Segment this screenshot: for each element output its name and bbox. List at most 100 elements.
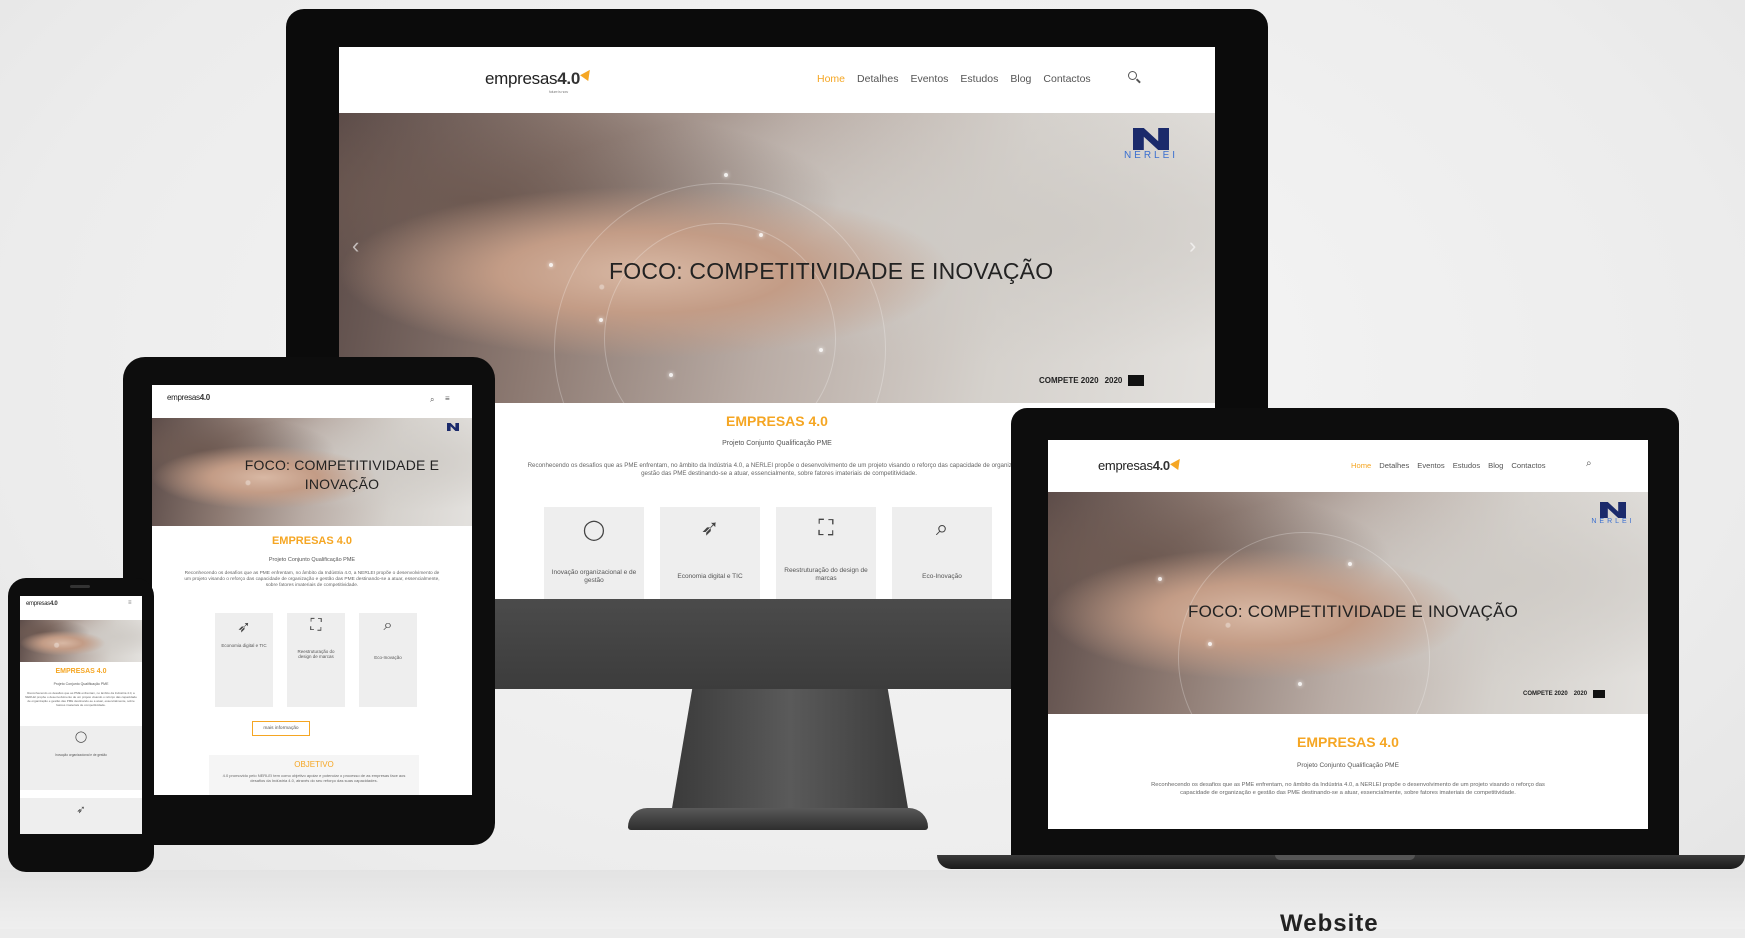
card-label: Eco-Inovação [922,573,962,580]
site-logo[interactable]: empresas4.0 future is now [485,67,594,94]
feature-card[interactable]: ➶ [20,798,142,834]
feature-card[interactable]: ◯ Inovação organizacional e de gestão [20,726,142,790]
intro-paragraph: Reconhecendo os desafios que as PME enfr… [25,691,137,707]
caption: Website [1280,910,1379,937]
card-label: Reestruturação do design de marcas [297,649,335,660]
card-label: Inovação organizacional e de gestão [55,753,107,757]
slider-next-arrow[interactable]: › [1189,233,1196,259]
search-icon[interactable]: ⌕ [430,395,434,405]
floor-shadow [0,870,1745,929]
eu-flag [1128,375,1145,386]
search-icon: ⌕ [383,617,393,634]
light-dot [669,373,673,377]
menu-icon[interactable]: ≡ [445,394,450,403]
site-logo[interactable]: empresas4.0 [26,601,58,607]
nerlei-logo: NERLEI [1583,502,1643,525]
objective-section: OBJETIVO 4.0 promovido pelo NERLEI tem c… [209,755,419,795]
nerlei-mark [1133,128,1169,150]
menu-estudos[interactable]: Estudos [960,73,998,85]
menu-home[interactable]: Home [817,73,845,85]
menu-blog[interactable]: Blog [1010,73,1031,85]
light-dot [1208,642,1212,646]
feature-card[interactable]: ➶ Economia digital e TIC [215,613,273,707]
logo-word: empresas [485,69,558,88]
light-dot [1158,577,1162,581]
light-dot [1348,562,1352,566]
expand-icon: ⛶ [310,617,322,634]
menu-detalhes[interactable]: Detalhes [1379,461,1409,470]
phone-speaker [70,585,90,588]
section-subheading: Projeto Conjunto Qualificação PME [1297,762,1399,769]
feature-card[interactable]: ⌕ Eco-Inovação [359,613,417,707]
expand-icon: ⛶ [818,515,834,540]
logo-number: 4.0 [1152,458,1170,473]
light-dot [759,233,763,237]
site-logo[interactable]: empresas4.0 [1098,456,1184,473]
menu-eventos[interactable]: Eventos [910,73,948,85]
p2020-logo: 2020 [1104,376,1123,385]
section-subheading: Projeto Conjunto Qualificação PME [268,557,356,563]
menu-blog[interactable]: Blog [1488,461,1503,470]
hero-slider: FOCO: COMPETITIVIDADE E INOVAÇÃO [152,418,472,526]
flame-icon [580,67,594,81]
section-heading: EMPRESAS 4.0 [55,668,107,675]
menu-home[interactable]: Home [1351,461,1371,470]
feature-card[interactable]: ⌕ Eco-Inovação [892,507,992,599]
monitor-stand-base [628,808,928,830]
objective-heading: OBJETIVO [294,760,334,769]
feature-card[interactable]: ◯ Inovação organizacional e de gestão [544,507,644,599]
menu-icon[interactable]: ≡ [128,600,132,606]
menu-contactos[interactable]: Contactos [1043,73,1090,85]
nerlei-text: NERLEI [1123,150,1179,161]
laptop-notch [1275,855,1415,860]
objective-text: 4.0 promovido pelo NERLEI tem como objet… [222,773,406,783]
light-dot [549,263,553,267]
card-label: Inovação organizacional e de gestão [551,569,637,584]
more-info-button[interactable]: mais informação [252,721,310,736]
intro-paragraph: Reconhecendo os desafios que as PME enfr… [1151,782,1545,796]
card-label: Economia digital e TIC [677,573,743,580]
light-dot [1298,682,1302,686]
paper-plane-icon: ➶ [237,619,251,636]
menu-eventos[interactable]: Eventos [1417,461,1444,470]
light-dot [599,318,603,322]
main-menu: Home Detalhes Eventos Estudos Blog Conta… [1351,461,1546,470]
mockup-stage: empresas4.0 future is now Home Detalhes … [0,0,1745,937]
light-dot [819,348,823,352]
funding-logos: COMPETE 2020 2020 [1523,690,1606,698]
slider-prev-arrow[interactable]: ‹ [352,233,359,259]
flame-icon [1169,456,1184,470]
nerlei-text: NERLEI [1591,518,1635,525]
network-globe [1178,532,1430,714]
intro-paragraph: Reconhecendo os desafios que as PME enfr… [184,571,440,589]
menu-detalhes[interactable]: Detalhes [857,73,898,85]
phone-screen: empresas4.0 ≡ EMPRESAS 4.0 Projeto Conju… [20,596,142,834]
feature-card[interactable]: ⛶ Reestruturação do design de marcas [287,613,345,707]
eu-flag [1593,690,1606,698]
nerlei-logo [442,423,464,431]
lightbulb-icon: ◯ [74,731,88,743]
hero-slider: FOCO: COMPETITIVIDADE E INOVAÇÃO NERLEI … [1048,492,1648,714]
menu-estudos[interactable]: Estudos [1453,461,1480,470]
hero-title: FOCO: COMPETITIVIDADE E INOVAÇÃO [244,457,440,492]
nerlei-mark [447,423,459,431]
logo-tagline: future is now [549,89,568,94]
funding-logos: COMPETE 2020 2020 [1039,375,1145,386]
laptop-nav: empresas4.0 Home Detalhes Eventos Estudo… [1048,440,1648,492]
feature-card[interactable]: ⛶ Reestruturação do design de marcas [776,507,876,599]
logo-number: 4.0 [199,393,211,402]
logo-word: empresas [26,601,50,607]
feature-card[interactable]: ➶ Economia digital e TIC [660,507,760,599]
search-icon[interactable]: ⌕ [1586,458,1592,469]
site-logo[interactable]: empresas4.0 [167,393,210,402]
menu-contactos[interactable]: Contactos [1511,461,1545,470]
card-label: Reestruturação do design de marcas [784,567,868,582]
logo-word: empresas [1098,458,1153,473]
search-icon: ⌕ [935,515,949,540]
nerlei-mark [1600,502,1626,518]
card-label: Eco-Inovação [374,655,402,660]
light-dot [724,173,728,177]
paper-plane-icon: ➶ [76,804,86,816]
hero-title: FOCO: COMPETITIVIDADE E INOVAÇÃO [1188,602,1519,621]
section-heading: EMPRESAS 4.0 [271,535,353,547]
